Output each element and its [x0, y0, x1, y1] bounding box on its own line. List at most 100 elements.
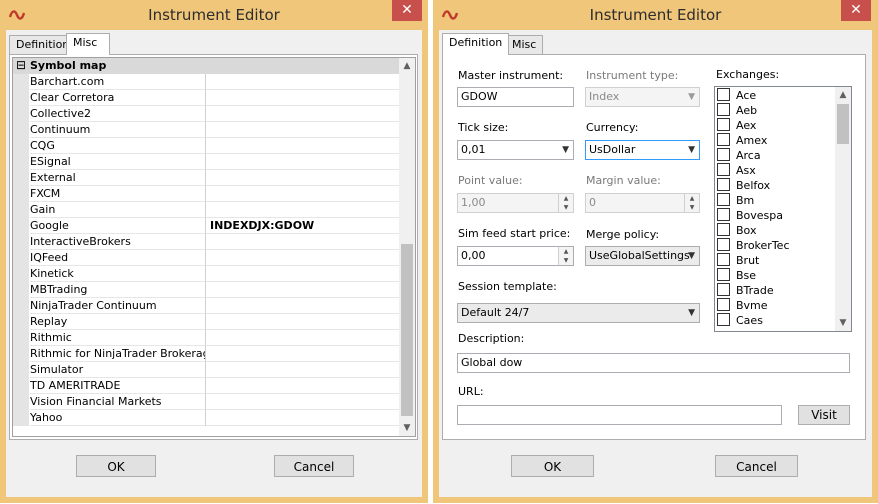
scroll-down-icon[interactable]: ▼: [835, 315, 851, 331]
exchange-item[interactable]: Belfox: [717, 178, 770, 193]
session-template-select[interactable]: Default 24/7 ▼: [457, 303, 700, 323]
grid-row-value[interactable]: [206, 298, 403, 314]
grid-row[interactable]: Kinetick: [13, 266, 403, 282]
checkbox[interactable]: [717, 283, 730, 296]
grid-row-value[interactable]: [206, 346, 403, 362]
grid-row[interactable]: IQFeed: [13, 250, 403, 266]
checkbox[interactable]: [717, 163, 730, 176]
scroll-thumb[interactable]: [837, 104, 849, 144]
grid-row[interactable]: Continuum: [13, 122, 403, 138]
grid-row[interactable]: Collective2: [13, 106, 403, 122]
grid-row[interactable]: ESignal: [13, 154, 403, 170]
grid-row[interactable]: Simulator: [13, 362, 403, 378]
checkbox[interactable]: [717, 178, 730, 191]
tick-size-select[interactable]: 0,01 ▼: [457, 140, 574, 160]
scroll-thumb[interactable]: [401, 244, 413, 416]
scroll-down-icon[interactable]: ▼: [399, 420, 415, 436]
grid-row[interactable]: Rithmic for NinjaTrader Brokerage: [13, 346, 403, 362]
checkbox[interactable]: [717, 238, 730, 251]
grid-scrollbar[interactable]: ▲ ▼: [399, 58, 415, 436]
grid-row[interactable]: Replay: [13, 314, 403, 330]
close-button[interactable]: ✕: [392, 0, 422, 21]
exchanges-scrollbar[interactable]: ▲ ▼: [835, 87, 851, 331]
exchange-item[interactable]: BrokerTec: [717, 238, 790, 253]
grid-row-value[interactable]: [206, 282, 403, 298]
checkbox[interactable]: [717, 148, 730, 161]
title-bar[interactable]: Instrument Editor ✕: [0, 0, 428, 30]
scroll-up-icon[interactable]: ▲: [399, 58, 415, 74]
cancel-button[interactable]: Cancel: [274, 455, 354, 477]
grid-row[interactable]: TD AMERITRADE: [13, 378, 403, 394]
currency-select[interactable]: UsDollar ▼: [585, 140, 700, 160]
exchange-item[interactable]: BTrade: [717, 283, 774, 298]
exchange-item[interactable]: Caes: [717, 313, 763, 328]
sim-feed-stepper[interactable]: 0,00 ▲ ▼: [457, 246, 574, 266]
grid-row[interactable]: Clear Corretora: [13, 90, 403, 106]
master-instrument-input[interactable]: GDOW: [457, 87, 574, 107]
tab-misc[interactable]: Misc: [66, 33, 110, 55]
cancel-button[interactable]: Cancel: [715, 455, 798, 477]
exchange-item[interactable]: Aex: [717, 118, 756, 133]
close-button[interactable]: ✕: [841, 0, 871, 21]
grid-row-value[interactable]: [206, 138, 403, 154]
checkbox[interactable]: [717, 298, 730, 311]
grid-row[interactable]: FXCM: [13, 186, 403, 202]
ok-button[interactable]: OK: [511, 455, 594, 477]
grid-row-value[interactable]: [206, 154, 403, 170]
grid-row[interactable]: Google INDEXDJX:GDOW: [13, 218, 403, 234]
title-bar[interactable]: Instrument Editor ✕: [433, 0, 878, 30]
tab-definition[interactable]: Definition: [442, 33, 510, 55]
exchange-item[interactable]: Asx: [717, 163, 756, 178]
checkbox[interactable]: [717, 133, 730, 146]
grid-row-value[interactable]: [206, 122, 403, 138]
exchange-item[interactable]: Ace: [717, 88, 756, 103]
grid-row[interactable]: Rithmic: [13, 330, 403, 346]
scroll-up-icon[interactable]: ▲: [835, 87, 851, 103]
grid-row-value[interactable]: [206, 234, 403, 250]
grid-row-value[interactable]: [206, 394, 403, 410]
grid-row-value[interactable]: [206, 250, 403, 266]
checkbox[interactable]: [717, 253, 730, 266]
collapse-icon[interactable]: ⊟: [13, 58, 29, 74]
grid-row-value[interactable]: [206, 202, 403, 218]
grid-row-value[interactable]: [206, 170, 403, 186]
grid-row-value[interactable]: [206, 362, 403, 378]
merge-policy-select[interactable]: UseGlobalSettings ▼: [585, 246, 700, 266]
checkbox[interactable]: [717, 103, 730, 116]
grid-row[interactable]: InteractiveBrokers: [13, 234, 403, 250]
grid-row[interactable]: MBTrading: [13, 282, 403, 298]
grid-row-value[interactable]: [206, 74, 403, 90]
checkbox[interactable]: [717, 208, 730, 221]
checkbox[interactable]: [717, 268, 730, 281]
checkbox[interactable]: [717, 118, 730, 131]
description-input[interactable]: Global dow: [457, 353, 850, 373]
exchange-item[interactable]: Bvme: [717, 298, 768, 313]
grid-row[interactable]: CQG: [13, 138, 403, 154]
grid-row-value[interactable]: [206, 90, 403, 106]
grid-row-value[interactable]: INDEXDJX:GDOW: [206, 218, 403, 234]
grid-row-value[interactable]: [206, 186, 403, 202]
grid-row[interactable]: Yahoo: [13, 410, 403, 426]
spin-down-icon[interactable]: ▼: [558, 256, 573, 265]
grid-row[interactable]: External: [13, 170, 403, 186]
exchange-item[interactable]: Bovespa: [717, 208, 783, 223]
grid-row-value[interactable]: [206, 378, 403, 394]
grid-row-value[interactable]: [206, 106, 403, 122]
ok-button[interactable]: OK: [76, 455, 156, 477]
grid-row-value[interactable]: [206, 314, 403, 330]
exchanges-list[interactable]: Ace Aeb Aex Amex Arca Asx Belfox Bm Bovespa Box Br…: [714, 86, 852, 332]
exchange-item[interactable]: Aeb: [717, 103, 757, 118]
grid-row-value[interactable]: [206, 410, 403, 426]
grid-row-value[interactable]: [206, 266, 403, 282]
exchange-item[interactable]: Bm: [717, 193, 754, 208]
grid-row[interactable]: Vision Financial Markets: [13, 394, 403, 410]
exchange-item[interactable]: Box: [717, 223, 756, 238]
checkbox[interactable]: [717, 193, 730, 206]
exchange-item[interactable]: Amex: [717, 133, 767, 148]
checkbox[interactable]: [717, 88, 730, 101]
checkbox[interactable]: [717, 223, 730, 236]
grid-row[interactable]: NinjaTrader Continuum: [13, 298, 403, 314]
url-input[interactable]: [457, 405, 782, 425]
category-row[interactable]: ⊟ Symbol map: [13, 58, 399, 74]
grid-row-value[interactable]: [206, 330, 403, 346]
